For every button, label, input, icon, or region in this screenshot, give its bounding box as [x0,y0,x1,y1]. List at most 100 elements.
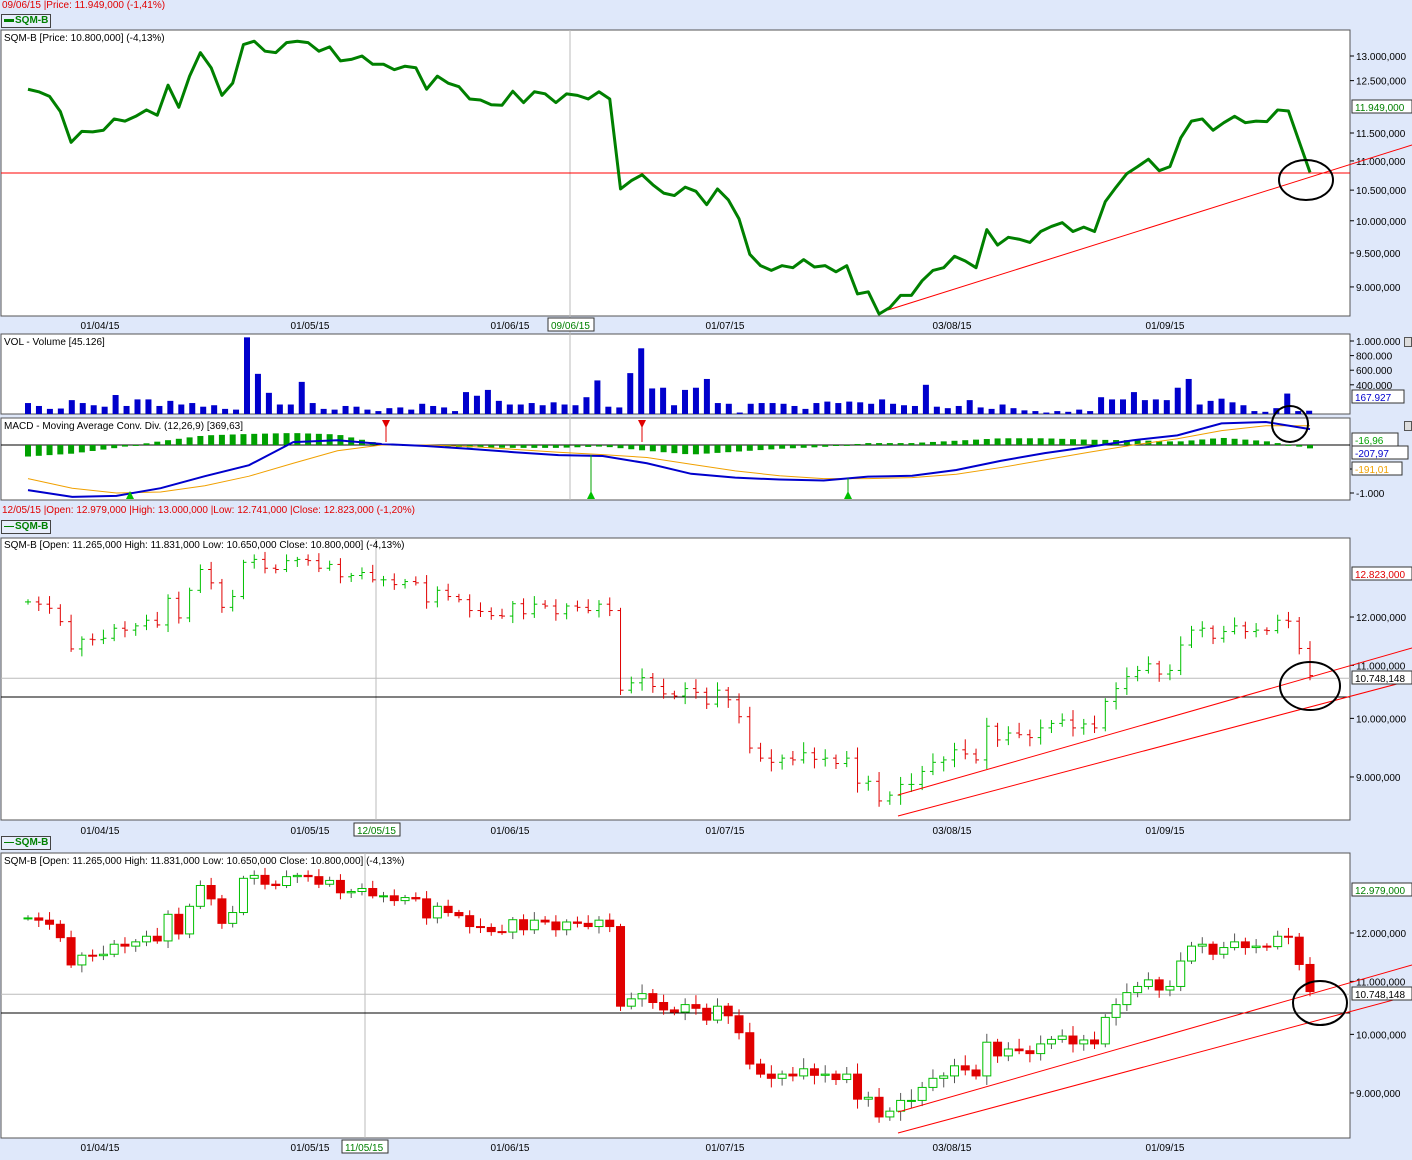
volume-bar [1054,411,1061,414]
macd-histogram-bar [595,445,602,447]
candle [185,905,195,935]
macd-histogram-bar [272,433,279,445]
volume-bar [244,337,250,414]
volume-bar [1295,411,1302,414]
candle [174,913,184,935]
ohlc-panel [0,537,1351,821]
macd-histogram-bar [649,445,656,452]
macd-histogram-bar [822,445,829,447]
macd-histogram-bar [175,438,182,445]
macd-histogram-bar [208,435,215,445]
macd-histogram-bar [57,445,64,455]
y-tick-label: -1.000 [1356,489,1385,500]
volume-bar [528,403,535,414]
volume-bar [331,409,338,414]
candle [1251,945,1261,949]
x-tick-label: 01/05/15 [291,321,330,332]
volume-bar [879,399,886,414]
volume-bar [594,380,601,414]
volume-bar [1010,408,1017,414]
volume-bar [1174,387,1181,414]
macd-histogram-bar [1069,439,1076,445]
volume-bar [999,404,1006,414]
macd-histogram-bar [154,441,161,445]
volume-bar [1130,392,1137,414]
candle [1154,979,1164,991]
volume-bar [1032,411,1039,414]
macd-histogram-bar [1263,441,1270,445]
candle [594,919,604,928]
volume-bar [955,405,962,414]
y-tick-label: 12.000,000 [1356,613,1406,624]
macd-histogram-bar [1274,443,1281,445]
volume-title: VOL - Volume [45.126] [4,337,105,348]
cursor-date: 09/06/15 [551,321,590,332]
candle [206,885,216,900]
macd-histogram-bar [165,440,172,445]
macd-histogram-bar [1188,440,1195,445]
macd-histogram-bar [121,445,128,447]
macd-histogram-bar [143,443,150,445]
candle [799,1068,809,1077]
candle [863,1096,873,1100]
macd-histogram-bar [1296,445,1303,447]
volume-bar [758,403,765,414]
volume-bar [265,392,272,414]
candle [1165,985,1175,991]
macd-histogram-bar [811,445,818,448]
volume-bar [57,408,64,414]
volume-bar [857,402,864,414]
macd-histogram-bar [800,445,807,448]
macd-histogram-bar [1080,439,1087,445]
candle [432,905,442,919]
candle [325,879,335,885]
y-tick-label: 10.000,000 [1356,1030,1406,1041]
volume-bar [1240,405,1247,414]
macd-histogram-bar [111,445,118,449]
volume-bar [703,378,710,414]
y-tick-label: 10.000,000 [1356,714,1406,725]
candle [1133,985,1143,994]
last-close-label: 12.823,000 [1355,570,1405,581]
candle [1068,1035,1078,1045]
volume-bar [79,403,86,414]
candle [1219,947,1229,955]
candle [669,1009,679,1013]
macd-histogram-bar [1285,444,1292,446]
candle [1230,941,1240,949]
candle [605,919,615,928]
cursor-date: 12/05/15 [357,826,396,837]
volume-bar [671,405,678,414]
candle [1025,1050,1035,1055]
macd-histogram-bar [132,444,139,446]
candle [1262,945,1272,948]
volume-bar [68,400,75,414]
macd-histogram-bar [68,445,75,454]
candle [1036,1043,1046,1055]
macd-histogram-bar [789,445,796,449]
x-tick-label: 01/07/15 [706,826,745,837]
volume-bar [397,407,404,414]
level-value-label: 10.748,148 [1355,990,1405,1001]
volume-bar [287,404,294,414]
candle [1197,943,1207,947]
candle [249,874,259,879]
macd-value: -207,97 [1355,449,1389,460]
macd-histogram-bar [574,445,581,448]
candle [723,1005,733,1017]
volume-bar [605,406,612,414]
volume-bar [583,397,590,414]
x-tick-label: 01/04/15 [81,826,120,837]
volume-bar [922,384,929,414]
level-value-label: 10.748,148 [1355,674,1405,685]
macd-histogram-bar [929,441,936,445]
volume-bar [1065,411,1072,414]
macd-histogram-bar [854,443,861,445]
macd-histogram-bar [908,443,915,445]
candle [163,913,173,942]
x-tick-label: 01/07/15 [706,321,745,332]
chart-canvas[interactable]: 01/04/15 01/05/15 01/06/15 01/07/15 03/08/15… [0,0,1412,1160]
macd-histogram-bar [1048,438,1055,445]
candle [282,876,292,887]
volume-last-label: 167.927 [1355,393,1392,404]
